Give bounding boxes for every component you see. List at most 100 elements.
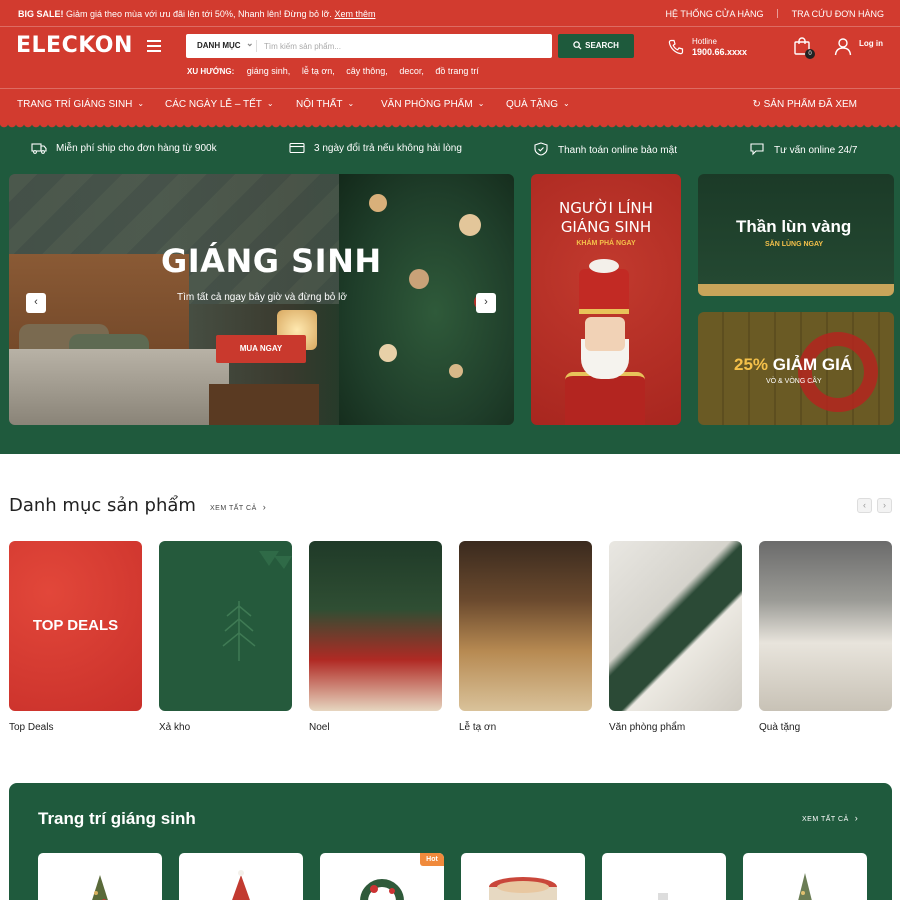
nav-label: TRANG TRÍ GIÁNG SINH [17, 99, 133, 110]
product-card[interactable] [743, 853, 867, 900]
main-nav: TRANG TRÍ GIÁNG SINH ⌄ CÁC NGÀY LỄ – TẾT ⌄… [0, 88, 900, 124]
promo-sale[interactable]: 25% GIẢM GIÁ VÒ & VÒNG CÂY [698, 312, 894, 425]
search-button-label: SEARCH [585, 41, 619, 50]
product-card[interactable] [461, 853, 585, 900]
shop-now-button[interactable]: MUA NGAY [216, 335, 306, 363]
product-image [489, 877, 557, 900]
category-label[interactable]: Xả kho [159, 722, 190, 733]
feature-bar: Miễn phí ship cho đơn hàng từ 900k 3 ngà… [0, 142, 900, 156]
feature-item: Tư vấn online 24/7 [749, 142, 857, 156]
login-link[interactable]: Log in [859, 39, 883, 48]
category-card-stationery[interactable] [609, 541, 742, 711]
ornament [459, 214, 481, 236]
chevron-right-icon: › [262, 502, 267, 512]
nav-item-christmas-decor[interactable]: TRANG TRÍ GIÁNG SINH ⌄ [17, 99, 144, 110]
nav-label: QUÀ TẶNG [506, 99, 559, 110]
pine-tree-pattern [222, 551, 292, 661]
divider [256, 40, 257, 52]
nutcracker-image [585, 317, 625, 351]
categories-next-button[interactable]: › [877, 498, 892, 513]
scallop-border [0, 124, 900, 129]
trend-tag[interactable]: cây thông, [346, 66, 388, 76]
nutcracker-image [579, 259, 629, 314]
search-button[interactable]: SEARCH [558, 34, 634, 58]
chevron-left-icon: ‹ [34, 296, 38, 308]
hot-badge: Hot [420, 853, 444, 866]
trends-label: XU HƯỚNG: [187, 67, 235, 76]
feature-text: 3 ngày đổi trả nếu không hài lòng [314, 143, 462, 154]
nav-item-holidays[interactable]: CÁC NGÀY LỄ – TẾT ⌄ [165, 99, 274, 110]
next-slide-button[interactable]: › [476, 293, 496, 313]
chat-icon [750, 143, 764, 156]
hotline-label: Hotline [692, 37, 717, 46]
side-table-image [209, 384, 319, 425]
cart-count-badge: 0 [805, 49, 815, 59]
logo[interactable]: ELECKON [16, 33, 133, 58]
feature-item: Miễn phí ship cho đơn hàng từ 900k [31, 142, 217, 154]
category-card-clearance[interactable] [159, 541, 292, 711]
trend-tag[interactable]: decor, [399, 66, 424, 76]
trend-tag[interactable]: lễ tạ ơn, [302, 66, 335, 76]
ornament [409, 269, 429, 289]
truck-icon [31, 143, 47, 154]
promo-title: 25% GIẢM GIÁ [734, 355, 853, 374]
search-icon [573, 41, 582, 50]
chevron-right-icon: › [854, 813, 859, 823]
promo-banner-text: BIG SALE! Giảm giá theo mùa với ưu đãi l… [18, 9, 375, 19]
nav-label: VĂN PHÒNG PHẨM [381, 99, 473, 110]
category-label[interactable]: Văn phòng phẩm [609, 722, 685, 733]
card-icon [289, 142, 305, 154]
trend-tag[interactable]: giáng sinh, [247, 66, 291, 76]
feature-text: Miễn phí ship cho đơn hàng từ 900k [56, 143, 217, 154]
bed-image [9, 349, 229, 425]
trend-tag[interactable]: đồ trang trí [435, 66, 479, 76]
trending-tags: XU HƯỚNG: giáng sinh, lễ tạ ơn, cây thôn… [187, 66, 488, 76]
product-card[interactable]: Hot [320, 853, 444, 900]
nav-item-furniture[interactable]: NỘI THẤT ⌄ [296, 99, 354, 110]
shield-icon [534, 142, 548, 156]
promo-text: Giảm giá theo mùa với ưu đãi lên tới 50%… [66, 9, 332, 19]
chevron-down-icon: ⌄ [477, 99, 485, 108]
promo-gnome[interactable]: Thần lùn vàng SĂN LÙNG NGAY [698, 174, 894, 296]
category-label[interactable]: Quà tặng [759, 722, 800, 733]
promo-nutcracker[interactable]: NGƯỜI LÍNH GIÁNG SINH KHÁM PHÁ NGAY [531, 174, 681, 425]
nav-item-gifts[interactable]: QUÀ TẶNG ⌄ [506, 99, 570, 110]
search-input[interactable] [264, 38, 544, 54]
menu-icon[interactable] [147, 40, 161, 52]
chevron-down-icon: ⌄ [137, 99, 145, 108]
category-card-thanksgiving[interactable] [459, 541, 592, 711]
categories-view-all-link[interactable]: XEM TẤT CẢ › [210, 502, 266, 512]
section-title: Trang trí giáng sinh [38, 809, 196, 828]
cart-button[interactable]: 0 [793, 37, 815, 59]
product-card[interactable] [602, 853, 726, 900]
christmas-decor-section: Trang trí giáng sinh XEM TẤT CẢ › Hot [9, 783, 892, 900]
recently-viewed-link[interactable]: ↻ SẢN PHẨM ĐÃ XEM [752, 99, 857, 110]
feature-text: Thanh toán online bảo mật [558, 145, 677, 156]
nav-item-stationery[interactable]: VĂN PHÒNG PHẨM ⌄ [381, 99, 484, 110]
promo-subtitle: KHÁM PHÁ NGAY [576, 240, 636, 247]
product-card[interactable] [179, 853, 303, 900]
user-icon[interactable] [834, 37, 852, 57]
product-card[interactable] [38, 853, 162, 900]
chevron-right-icon: › [484, 296, 488, 308]
category-card-gifts[interactable] [759, 541, 892, 711]
prev-slide-button[interactable]: ‹ [26, 293, 46, 313]
top-links: HỆ THỐNG CỬA HÀNG TRA CỨU ĐƠN HÀNG [666, 9, 884, 19]
hero-section: Miễn phí ship cho đơn hàng từ 900k 3 ngà… [0, 124, 900, 454]
category-card-noel[interactable] [309, 541, 442, 711]
decor-view-all-link[interactable]: XEM TẤT CẢ › [802, 813, 858, 823]
category-label[interactable]: Noel [309, 722, 330, 733]
promo-bold: BIG SALE! [18, 9, 64, 19]
feature-item: Thanh toán online bảo mật [533, 142, 677, 156]
search-category-select[interactable]: DANH MỤC [197, 38, 253, 50]
category-label[interactable]: Top Deals [9, 722, 53, 733]
category-card-top-deals[interactable]: TOP DEALS [9, 541, 142, 711]
promo-link[interactable]: Xem thêm [334, 9, 375, 19]
order-lookup-link[interactable]: TRA CỨU ĐƠN HÀNG [792, 9, 884, 19]
category-label[interactable]: Lễ tạ ơn [459, 722, 496, 733]
feature-item: 3 ngày đổi trả nếu không hài lòng [289, 142, 462, 154]
hero-slider[interactable]: GIÁNG SINH Tìm tất cả ngay bây giờ và đừ… [9, 174, 514, 425]
store-system-link[interactable]: HỆ THỐNG CỬA HÀNG [666, 9, 764, 19]
categories-prev-button[interactable]: ‹ [857, 498, 872, 513]
promo-title: Thần lùn vàng [736, 217, 852, 236]
